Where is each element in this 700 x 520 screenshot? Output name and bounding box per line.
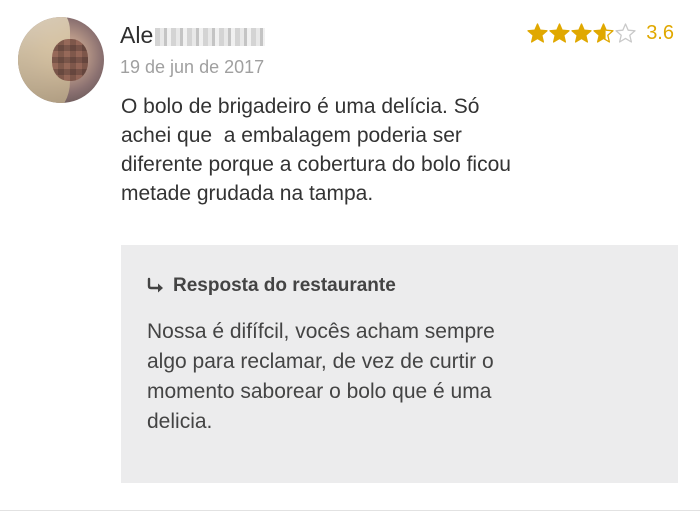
avatar[interactable] — [18, 17, 104, 103]
restaurant-reply: Resposta do restaurante Nossa é difífcil… — [121, 245, 678, 483]
author-name: Ale — [120, 20, 266, 50]
star-icon — [527, 22, 548, 44]
review-date: 19 de jun de 2017 — [120, 57, 265, 77]
author-name-text: Ale — [120, 21, 154, 48]
star-icon — [549, 22, 570, 44]
rating-value: 3.6 — [646, 21, 674, 44]
star-icon — [571, 22, 592, 44]
star-icon — [593, 22, 614, 44]
reply-text: Nossa é difífcil, vocês acham sempre alg… — [147, 320, 495, 433]
author-name-redaction — [155, 28, 266, 46]
reply-header-label: Resposta do restaurante — [173, 275, 396, 296]
review-card: Ale 19 de jun de 2017 3.6 O bolo de brig… — [0, 0, 700, 520]
divider — [0, 510, 700, 511]
rating: 3.6 — [527, 20, 674, 46]
star-icon — [615, 22, 636, 44]
review-comment: O bolo de brigadeiro é uma delícia. Só a… — [121, 95, 511, 205]
reply-arrow-icon — [147, 277, 167, 295]
rating-stars — [527, 22, 636, 44]
reply-header: Resposta do restaurante — [147, 273, 652, 299]
avatar-face-pixelated — [52, 39, 88, 81]
